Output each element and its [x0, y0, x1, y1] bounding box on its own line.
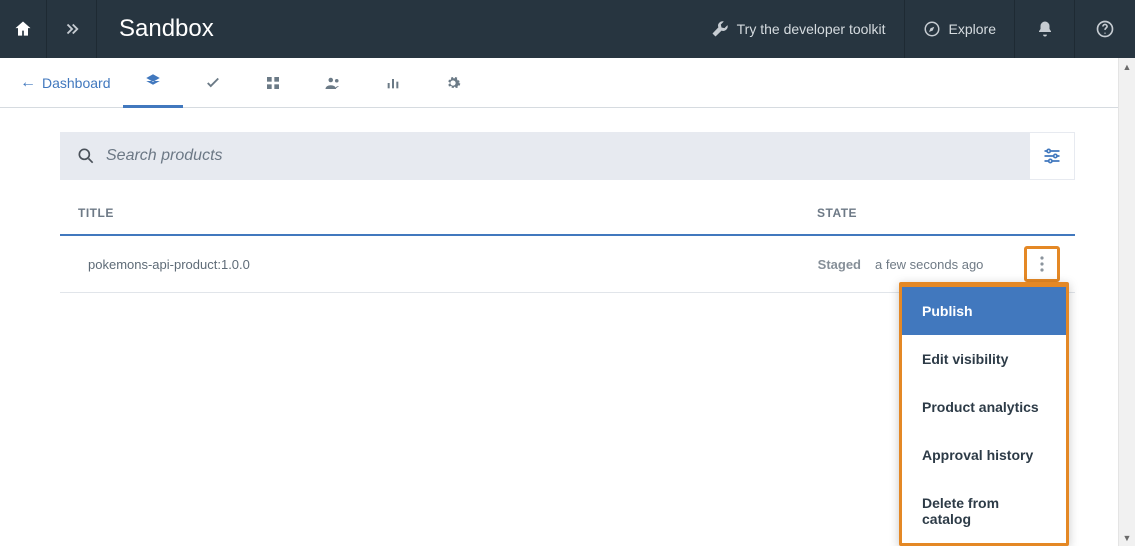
gear-icon [445, 75, 461, 91]
tab-members[interactable] [303, 58, 363, 108]
notifications-button[interactable] [1015, 0, 1075, 58]
bar-chart-icon [385, 75, 401, 91]
tab-approvals[interactable] [183, 58, 243, 108]
explore-button[interactable]: Explore [904, 0, 1015, 58]
column-header-title[interactable]: TITLE [78, 206, 817, 220]
menu-item-edit-visibility[interactable]: Edit visibility [902, 335, 1066, 383]
wrench-icon [711, 20, 729, 38]
developer-toolkit-link[interactable]: Try the developer toolkit [693, 0, 904, 58]
row-actions-menu: Publish Edit visibility Product analytic… [899, 282, 1069, 546]
sliders-icon [1042, 146, 1062, 166]
home-button[interactable] [0, 0, 47, 58]
app-header: Sandbox Try the developer toolkit Explor… [0, 0, 1135, 58]
grid-icon [265, 75, 281, 91]
row-actions-button[interactable] [1024, 246, 1060, 282]
vertical-scrollbar[interactable]: ▲ ▼ [1118, 58, 1135, 546]
help-button[interactable] [1075, 0, 1135, 58]
product-state: Staged [755, 257, 875, 272]
menu-item-product-analytics[interactable]: Product analytics [902, 383, 1066, 431]
breadcrumb-expand-button[interactable] [47, 0, 97, 58]
product-updated-time: a few seconds ago [875, 257, 1015, 272]
tab-products[interactable] [123, 58, 183, 108]
check-icon [204, 74, 222, 92]
bell-icon [1036, 20, 1054, 38]
search-input[interactable]: Search products [60, 132, 1029, 180]
compass-icon [923, 20, 941, 38]
back-label: Dashboard [42, 75, 111, 91]
explore-label: Explore [949, 21, 996, 37]
menu-item-approval-history[interactable]: Approval history [902, 431, 1066, 479]
menu-item-delete-from-catalog[interactable]: Delete from catalog [902, 479, 1066, 543]
scroll-down-button[interactable]: ▼ [1119, 529, 1135, 546]
people-icon [324, 74, 342, 92]
back-to-dashboard-link[interactable]: ← Dashboard [8, 74, 123, 92]
arrow-left-icon: ← [20, 74, 36, 92]
search-placeholder: Search products [106, 147, 223, 165]
products-table: TITLE STATE pokemons-api-product:1.0.0 S… [60, 192, 1075, 293]
tab-dashboard-tiles[interactable] [243, 58, 303, 108]
tab-analytics[interactable] [363, 58, 423, 108]
column-header-state[interactable]: STATE [817, 206, 1057, 220]
kebab-icon [1040, 256, 1044, 272]
page-title: Sandbox [97, 15, 214, 43]
page-body: Search products TITLE STATE pokemons-api… [0, 108, 1135, 293]
layers-icon [144, 72, 162, 90]
home-icon [13, 19, 33, 39]
secondary-nav: ← Dashboard [0, 58, 1135, 108]
chevron-double-right-icon [63, 20, 81, 38]
search-icon [76, 146, 96, 166]
help-icon [1095, 19, 1115, 39]
scroll-up-button[interactable]: ▲ [1119, 58, 1135, 75]
product-title: pokemons-api-product:1.0.0 [88, 257, 755, 272]
menu-item-publish[interactable]: Publish [902, 287, 1066, 335]
developer-toolkit-label: Try the developer toolkit [737, 21, 886, 37]
tab-settings[interactable] [423, 58, 483, 108]
filter-button[interactable] [1029, 132, 1075, 180]
